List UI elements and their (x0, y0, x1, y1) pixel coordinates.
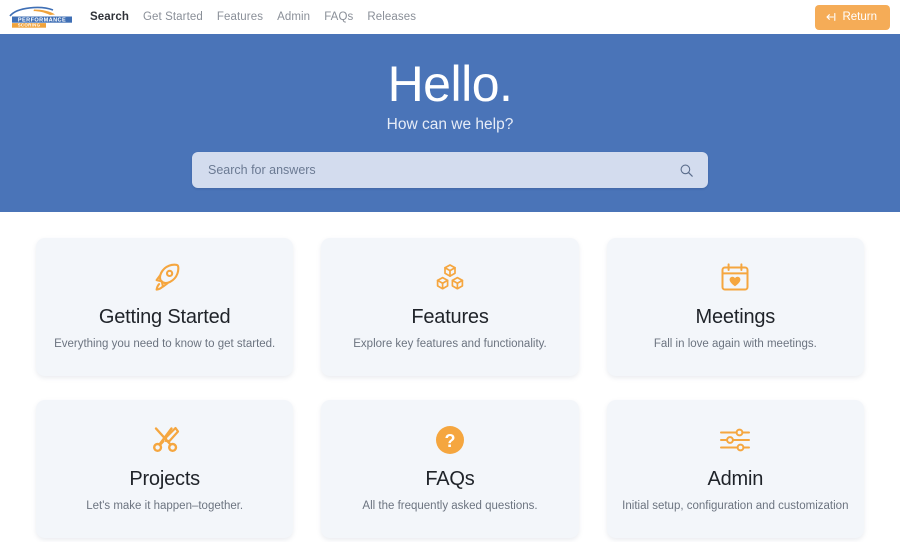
nav-item-admin[interactable]: Admin (277, 11, 310, 23)
card-title: Admin (707, 468, 764, 490)
nav-links: Search Get Started Features Admin FAQs R… (90, 11, 815, 23)
card-features[interactable]: Features Explore key features and functi… (321, 238, 579, 376)
card-description: Everything you need to know to get start… (54, 338, 276, 350)
nav-item-features[interactable]: Features (217, 11, 263, 23)
card-title: Features (411, 306, 489, 328)
nav-item-get-started[interactable]: Get Started (143, 11, 203, 23)
card-faqs[interactable]: ? FAQs All the frequently asked question… (321, 400, 579, 538)
card-description: All the frequently asked questions. (362, 500, 538, 512)
search-bar[interactable] (192, 152, 708, 188)
boxes-icon (432, 258, 468, 298)
return-button[interactable]: Return (815, 4, 890, 30)
search-icon[interactable] (679, 163, 694, 178)
card-description: Initial setup, configuration and customi… (622, 500, 849, 512)
calendar-heart-icon (718, 258, 752, 298)
card-description: Let's make it happen–together. (86, 500, 244, 512)
card-description: Fall in love again with meetings. (653, 338, 817, 350)
card-projects[interactable]: Projects Let's make it happen–together. (36, 400, 294, 538)
search-input[interactable] (206, 162, 679, 178)
card-title: Projects (129, 468, 200, 490)
card-title: Meetings (695, 306, 776, 328)
arrow-left-to-bar-icon (825, 12, 836, 22)
rocket-icon (147, 258, 183, 298)
category-card-grid: Getting Started Everything you need to k… (0, 212, 900, 538)
nav-item-releases[interactable]: Releases (367, 11, 416, 23)
nav-item-faqs[interactable]: FAQs (324, 11, 353, 23)
hero-subtitle: How can we help? (386, 116, 514, 133)
page-title: Hello. (387, 56, 513, 112)
hero-section: Hello. How can we help? (0, 34, 900, 212)
question-circle-icon: ? (433, 420, 467, 460)
svg-text:?: ? (444, 431, 455, 451)
sliders-icon (717, 420, 753, 460)
card-getting-started[interactable]: Getting Started Everything you need to k… (36, 238, 294, 376)
logo-line2: SCORING (18, 23, 41, 28)
performance-scoring-logo[interactable]: PERFORMANCE SCORING (8, 5, 76, 29)
card-title: Getting Started (98, 306, 231, 328)
card-admin[interactable]: Admin Initial setup, configuration and c… (606, 400, 864, 538)
card-description: Explore key features and functionality. (353, 338, 547, 350)
return-button-label: Return (842, 11, 877, 23)
card-meetings[interactable]: Meetings Fall in love again with meeting… (606, 238, 864, 376)
top-navbar: PERFORMANCE SCORING Search Get Started F… (0, 0, 900, 34)
nav-item-search[interactable]: Search (90, 11, 129, 23)
tools-icon (147, 420, 183, 460)
card-title: FAQs (425, 468, 475, 490)
